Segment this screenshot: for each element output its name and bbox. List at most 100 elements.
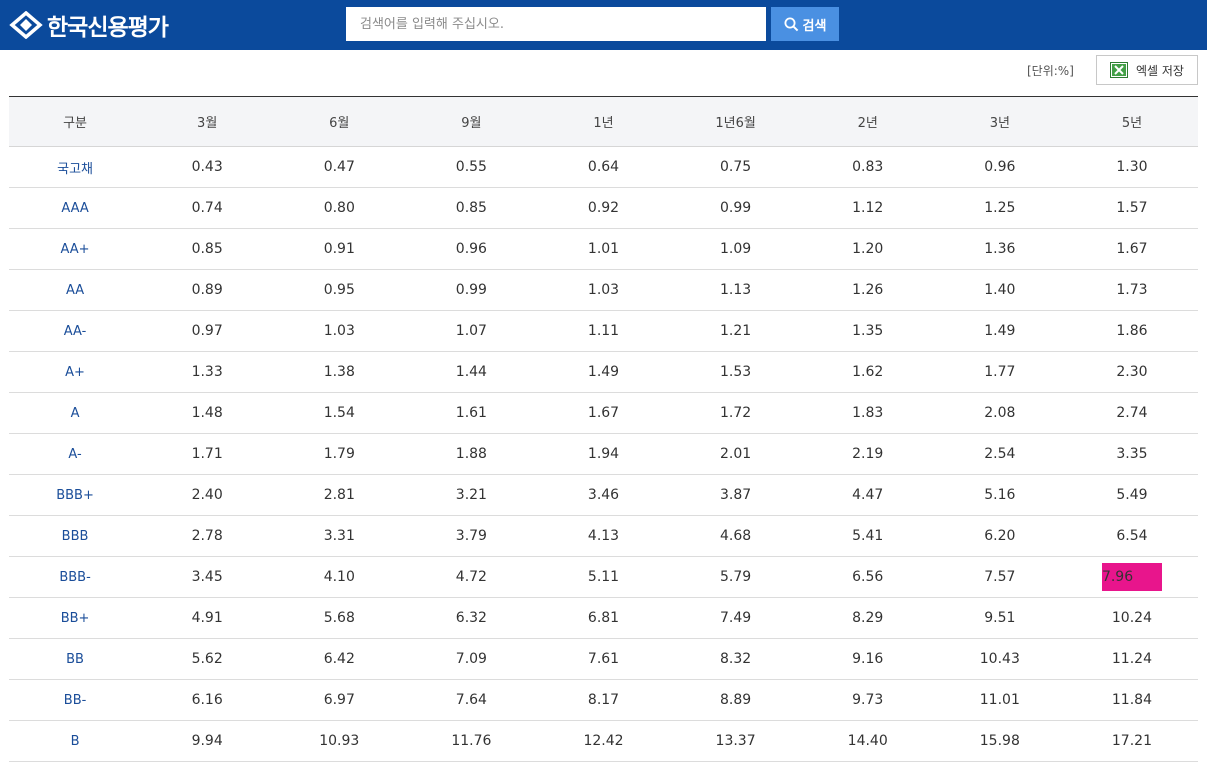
rate-cell: 6.56 [852, 569, 884, 585]
grade-label: A [70, 405, 80, 421]
table-row: A 1.48 1.54 1.61 1.67 1.72 1.83 2.08 2.74 [9, 393, 1198, 434]
rate-cell: 6.16 [191, 692, 223, 708]
rate-cell: 6.54 [1116, 528, 1148, 544]
rate-cell: 1.03 [323, 323, 355, 339]
rate-cell: 0.91 [323, 241, 355, 257]
search-button[interactable]: 검색 [771, 7, 839, 41]
rate-cell: 3.87 [720, 487, 752, 503]
rate-cell: 1.11 [587, 323, 620, 339]
logo-mark-icon [9, 11, 43, 39]
rate-cell: 11.76 [451, 733, 492, 749]
rate-cell: 17.21 [1111, 733, 1152, 749]
grade-label: BBB+ [56, 487, 94, 503]
rate-cell: 2.78 [191, 528, 223, 544]
grade-label: B [70, 733, 80, 749]
rate-cell: 7.49 [720, 610, 752, 626]
rate-cell: 1.79 [323, 446, 355, 462]
credit-spread-table: 구분 3월 6월 9월 1년 1년6월 2년 3년 5년 국고채 0.43 0.47 0.55 0.64… [9, 96, 1198, 762]
rate-cell: 0.85 [191, 241, 223, 257]
rate-cell: 1.33 [191, 364, 223, 380]
table-body: 국고채 0.43 0.47 0.55 0.64 0.75 0.83 0.96 1.30 AAA 0.… [9, 147, 1198, 762]
column-header: 1년6월 [715, 116, 756, 131]
rate-cell: 0.75 [720, 159, 752, 175]
rate-cell: 2.74 [1116, 405, 1148, 421]
search-icon [784, 17, 798, 31]
rate-cell: 0.96 [455, 241, 487, 257]
logo[interactable]: 한국신용평가 [9, 10, 169, 41]
top-header: 한국신용평가 검색 [0, 0, 1207, 50]
table-row: 국고채 0.43 0.47 0.55 0.64 0.75 0.83 0.96 1.30 [9, 147, 1198, 188]
column-header: 구분 [63, 116, 88, 131]
grade-label: 국고채 [57, 161, 93, 177]
rate-cell: 1.49 [984, 323, 1016, 339]
rate-cell: 2.08 [984, 405, 1016, 421]
rate-cell: 1.53 [720, 364, 752, 380]
table-row: AA- 0.97 1.03 1.07 1.11 1.21 1.35 1.49 1.86 [9, 311, 1198, 352]
search-button-label: 검색 [802, 18, 827, 34]
highlighted-rate: 7.96 [1101, 563, 1162, 591]
rate-cell: 10.24 [1111, 610, 1152, 626]
rate-cell: 4.47 [852, 487, 884, 503]
column-header: 9월 [461, 116, 482, 131]
rate-cell: 0.80 [323, 200, 355, 216]
rate-cell: 6.32 [455, 610, 487, 626]
rate-cell: 1.88 [455, 446, 487, 462]
rate-cell: 3.31 [323, 528, 355, 544]
rate-cell: 1.67 [587, 405, 620, 421]
rate-cell: 5.79 [720, 569, 752, 585]
rate-cell: 1.30 [1116, 159, 1148, 175]
table-header-row: 구분 3월 6월 9월 1년 1년6월 2년 3년 5년 [9, 96, 1198, 147]
rate-cell: 0.95 [323, 282, 355, 298]
rate-cell: 2.54 [984, 446, 1016, 462]
rate-cell: 1.61 [455, 405, 487, 421]
rate-cell: 3.21 [455, 487, 487, 503]
rate-cell: 6.97 [323, 692, 355, 708]
rate-cell: 11.84 [1111, 692, 1152, 708]
rate-cell: 9.16 [852, 651, 884, 667]
rate-cell: 6.81 [587, 610, 620, 626]
grade-label: AA+ [60, 241, 90, 257]
rate-cell: 0.85 [455, 200, 487, 216]
rate-cell: 8.32 [720, 651, 752, 667]
rate-cell: 2.81 [323, 487, 355, 503]
rate-cell: 1.25 [984, 200, 1016, 216]
rate-cell: 13.37 [715, 733, 756, 749]
rate-cell: 0.96 [984, 159, 1016, 175]
grade-label: A- [68, 446, 82, 462]
rate-cell: 4.68 [720, 528, 752, 544]
rate-cell: 1.20 [852, 241, 884, 257]
rate-cell: 1.07 [455, 323, 487, 339]
unit-label: [단위:%] [1027, 64, 1074, 78]
rate-cell: 14.40 [847, 733, 888, 749]
rate-cell: 5.16 [984, 487, 1016, 503]
rate-cell: 3.45 [191, 569, 223, 585]
column-header: 3년 [989, 116, 1010, 131]
rate-cell: 1.86 [1116, 323, 1148, 339]
rate-cell: 1.01 [587, 241, 620, 257]
rate-cell: 7.09 [455, 651, 487, 667]
rate-cell: 12.42 [583, 733, 624, 749]
rate-cell: 1.77 [984, 364, 1016, 380]
rate-cell: 3.79 [455, 528, 487, 544]
rate-cell: 0.43 [191, 159, 223, 175]
rate-cell: 1.62 [852, 364, 884, 380]
rate-cell: 4.10 [323, 569, 355, 585]
rate-cell: 0.89 [191, 282, 223, 298]
grade-label: AA- [63, 323, 87, 339]
rate-cell: 8.17 [587, 692, 620, 708]
table-row: BBB 2.78 3.31 3.79 4.13 4.68 5.41 6.20 6.54 [9, 516, 1198, 557]
search-input[interactable] [346, 7, 766, 41]
excel-save-button[interactable]: 엑셀 저장 [1096, 55, 1198, 85]
grade-label: AAA [61, 200, 89, 216]
rate-cell: 1.73 [1116, 282, 1148, 298]
excel-icon [1110, 62, 1128, 78]
logo-text: 한국신용평가 [47, 15, 169, 41]
rate-cell: 7.64 [455, 692, 487, 708]
rate-cell: 9.73 [852, 692, 884, 708]
rate-cell: 2.01 [720, 446, 752, 462]
rate-cell: 1.48 [191, 405, 223, 421]
table-row: AA+ 0.85 0.91 0.96 1.01 1.09 1.20 1.36 1.67 [9, 229, 1198, 270]
grade-label: AA [65, 282, 85, 298]
rate-cell: 0.99 [720, 200, 752, 216]
rate-cell: 5.68 [323, 610, 355, 626]
